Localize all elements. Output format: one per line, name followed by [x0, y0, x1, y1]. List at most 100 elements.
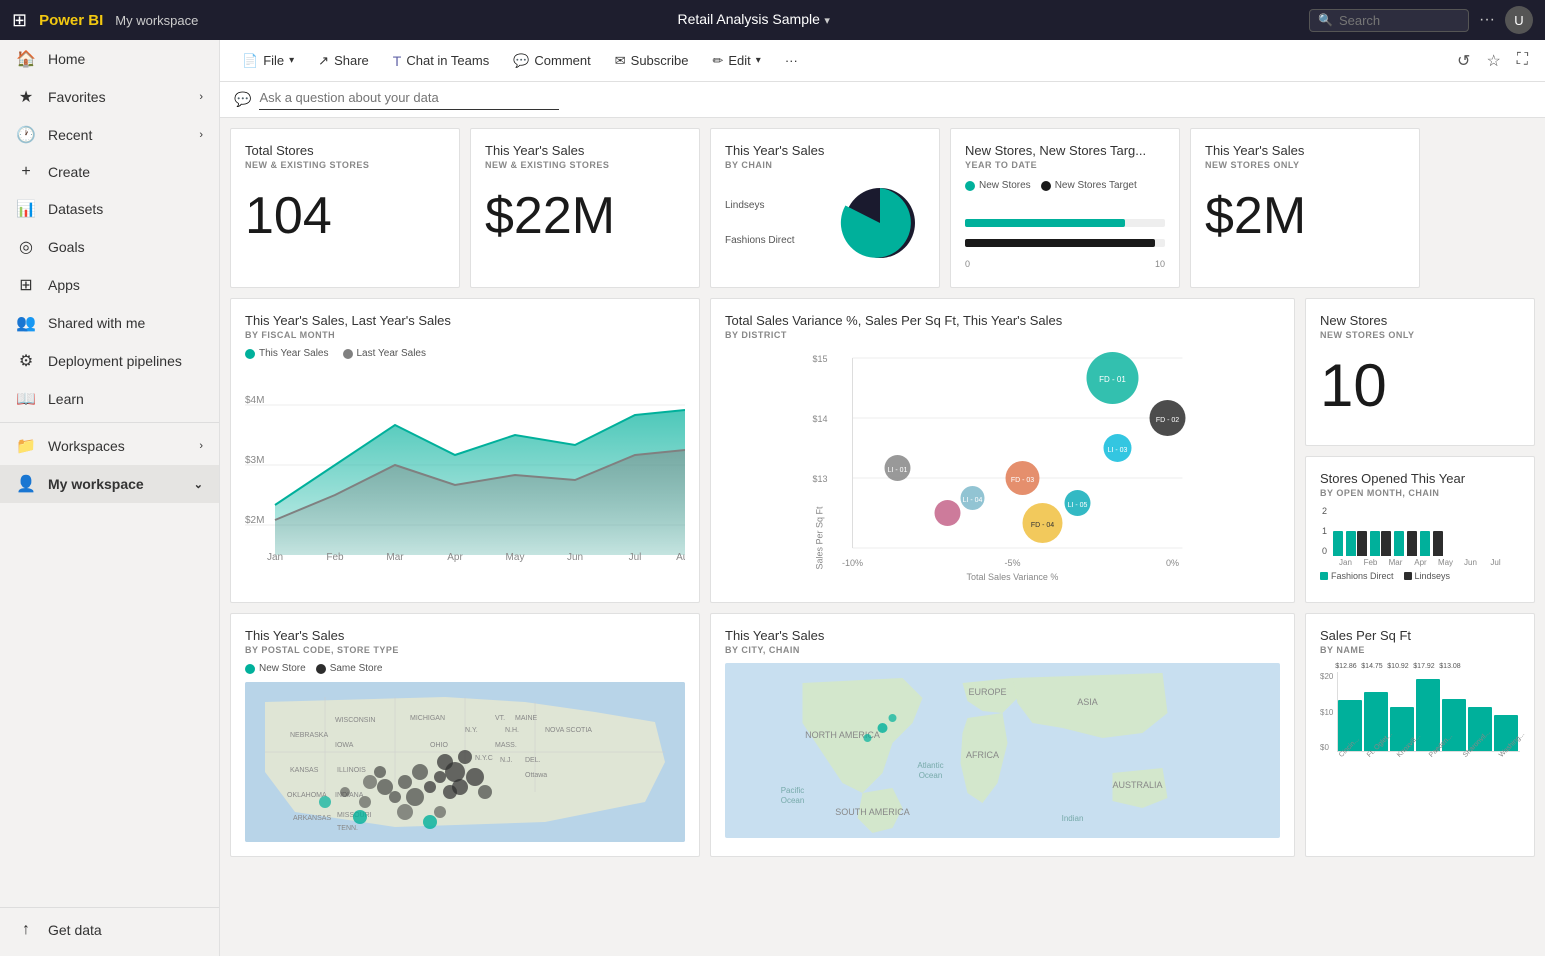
sidebar-item-myworkspace[interactable]: 👤 My workspace ⌄	[0, 465, 219, 503]
map-postal-subtitle: BY POSTAL CODE, STORE TYPE	[245, 645, 685, 655]
svg-text:$13: $13	[813, 474, 828, 484]
svg-text:$3M: $3M	[245, 455, 264, 466]
chat-label: Chat in Teams	[406, 53, 489, 68]
qa-input[interactable]	[259, 90, 559, 105]
svg-text:FD - 04: FD - 04	[1031, 522, 1054, 529]
more-options-icon[interactable]: ···	[1479, 11, 1495, 29]
favorite-button[interactable]: ☆	[1481, 46, 1505, 76]
card-map-city[interactable]: This Year's Sales BY CITY, CHAIN	[710, 613, 1295, 857]
sidebar-item-workspaces[interactable]: 📁 Workspaces ›	[0, 427, 219, 465]
sidebar-item-label: Learn	[48, 391, 84, 407]
svg-text:May: May	[506, 552, 525, 563]
map-city-title: This Year's Sales	[725, 628, 1280, 643]
sidebar-item-learn[interactable]: 📖 Learn	[0, 380, 219, 418]
workspaces-icon: 📁	[16, 436, 36, 456]
edit-button[interactable]: ✏ Edit ▾	[702, 48, 770, 74]
dashboard-row-2: This Year's Sales, Last Year's Sales BY …	[230, 298, 1535, 603]
sidebar-item-apps[interactable]: ⊞ Apps	[0, 266, 219, 304]
share-button[interactable]: ↗ Share	[308, 48, 379, 74]
fullscreen-button[interactable]: ⛶	[1512, 46, 1533, 76]
sidebar-item-label: Get data	[48, 922, 102, 938]
sidebar-item-shared[interactable]: 👥 Shared with me	[0, 304, 219, 342]
chevron-right-icon: ›	[199, 129, 203, 141]
card-new-stores[interactable]: New Stores NEW STORES ONLY 10	[1305, 298, 1535, 446]
share-label: Share	[334, 53, 369, 68]
total-stores-title: Total Stores	[245, 143, 445, 158]
svg-text:Aug: Aug	[676, 552, 685, 563]
bar-paeden	[1416, 679, 1440, 751]
sidebar-item-deployment[interactable]: ⚙ Deployment pipelines	[0, 342, 219, 380]
search-icon: 🔍	[1318, 13, 1333, 27]
svg-text:LI - 01: LI - 01	[888, 467, 908, 474]
svg-text:N.H.: N.H.	[505, 727, 519, 734]
svg-text:FD - 03: FD - 03	[1011, 477, 1034, 484]
sidebar-item-label: Shared with me	[48, 315, 145, 331]
svg-text:ARKANSAS: ARKANSAS	[293, 815, 331, 822]
qa-input-wrapper[interactable]	[259, 89, 559, 110]
top-navigation: ⊞ Power BI My workspace Retail Analysis …	[0, 0, 1545, 40]
favorites-icon: ★	[16, 87, 36, 107]
svg-text:Feb: Feb	[326, 552, 344, 563]
sidebar-item-label: Recent	[48, 127, 92, 143]
sidebar-item-datasets[interactable]: 📊 Datasets	[0, 190, 219, 228]
file-button[interactable]: 📄 File ▾	[232, 48, 304, 74]
this-year-new-value: $2M	[1205, 190, 1405, 242]
subscribe-button[interactable]: ✉ Subscribe	[605, 48, 699, 74]
map-postal-visual[interactable]: NEBRASKA KANSAS OKLAHOMA ARKANSAS WISCON…	[245, 682, 685, 842]
svg-text:AFRICA: AFRICA	[966, 750, 999, 760]
sidebar-item-home[interactable]: 🏠 Home	[0, 40, 219, 78]
teams-icon: T	[393, 53, 402, 69]
card-stores-opened[interactable]: Stores Opened This Year BY OPEN MONTH, C…	[1305, 456, 1535, 604]
edit-chevron: ▾	[756, 55, 761, 66]
svg-text:DEL.: DEL.	[525, 757, 541, 764]
qa-bar: 💬	[220, 82, 1545, 118]
svg-text:Atlantic: Atlantic	[917, 761, 943, 770]
world-map-visual[interactable]: NORTH AMERICA SOUTH AMERICA EUROPE AFRIC…	[725, 663, 1280, 838]
svg-text:NOVA SCOTIA: NOVA SCOTIA	[545, 727, 592, 734]
svg-text:Mar: Mar	[386, 552, 404, 563]
card-by-chain[interactable]: This Year's Sales BY CHAIN Lindseys Fash…	[710, 128, 940, 288]
this-year-sales-title: This Year's Sales	[485, 143, 685, 158]
user-avatar[interactable]: U	[1505, 6, 1533, 34]
sidebar-item-create[interactable]: + Create	[0, 154, 219, 190]
sidebar-item-favorites[interactable]: ★ Favorites ›	[0, 78, 219, 116]
report-title[interactable]: Retail Analysis Sample	[677, 11, 819, 27]
chevron-right-icon: ›	[199, 440, 203, 452]
svg-text:Indian: Indian	[1062, 814, 1084, 823]
card-area-chart[interactable]: This Year's Sales, Last Year's Sales BY …	[230, 298, 700, 603]
area-chart-svg: $4M $3M $2M Jan Feb Mar Apr	[245, 365, 685, 565]
search-input[interactable]	[1339, 13, 1460, 28]
svg-text:ASIA: ASIA	[1077, 697, 1098, 707]
card-map-postal[interactable]: This Year's Sales BY POSTAL CODE, STORE …	[230, 613, 700, 857]
sidebar-item-goals[interactable]: ◎ Goals	[0, 228, 219, 266]
comment-icon: 💬	[513, 53, 529, 69]
sidebar-item-recent[interactable]: 🕐 Recent ›	[0, 116, 219, 154]
card-sales-sqft[interactable]: Sales Per Sq Ft BY NAME $12.86 $14.75 $1…	[1305, 613, 1535, 857]
card-this-year-new[interactable]: This Year's Sales NEW STORES ONLY $2M	[1190, 128, 1420, 288]
card-new-stores-target[interactable]: New Stores, New Stores Targ... YEAR TO D…	[950, 128, 1180, 288]
edit-label: Edit	[728, 53, 750, 68]
svg-text:$2M: $2M	[245, 515, 264, 526]
svg-text:OHIO: OHIO	[430, 742, 448, 749]
svg-text:FD - 01: FD - 01	[1099, 375, 1126, 384]
svg-text:AUSTRALIA: AUSTRALIA	[1112, 780, 1162, 790]
search-box[interactable]: 🔍	[1309, 9, 1469, 32]
sidebar-item-label: Goals	[48, 239, 85, 255]
app-grid-icon[interactable]: ⊞	[12, 10, 27, 31]
sidebar-item-getdata[interactable]: ↑ Get data	[0, 912, 219, 948]
by-chain-subtitle: BY CHAIN	[725, 160, 925, 170]
card-total-stores[interactable]: Total Stores NEW & EXISTING STORES 104	[230, 128, 460, 288]
refresh-button[interactable]: ↺	[1452, 46, 1475, 76]
card-this-year-sales[interactable]: This Year's Sales NEW & EXISTING STORES …	[470, 128, 700, 288]
comment-button[interactable]: 💬 Comment	[503, 48, 601, 74]
svg-text:Ocean: Ocean	[919, 771, 943, 780]
svg-text:VT.: VT.	[495, 715, 505, 722]
more-options-button[interactable]: ···	[775, 48, 808, 73]
axis-min: 0	[965, 259, 970, 269]
chat-in-teams-button[interactable]: T Chat in Teams	[383, 48, 499, 74]
svg-text:Jul: Jul	[629, 552, 642, 563]
this-year-sales-subtitle: NEW & EXISTING STORES	[485, 160, 685, 170]
bubble-purple[interactable]	[935, 500, 961, 526]
workspace-name[interactable]: My workspace	[115, 13, 198, 28]
card-bubble-chart[interactable]: Total Sales Variance %, Sales Per Sq Ft,…	[710, 298, 1295, 603]
